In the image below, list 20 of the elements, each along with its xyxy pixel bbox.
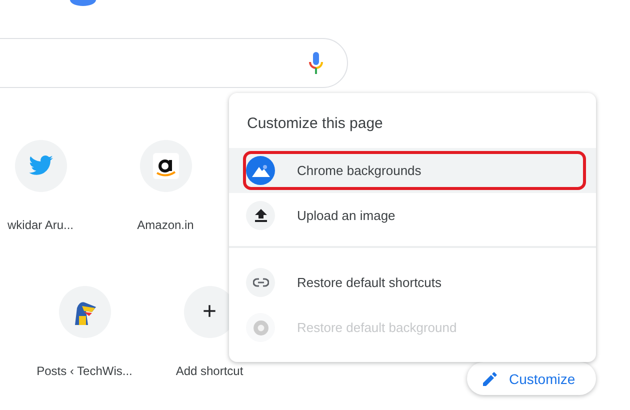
menu-item[interactable]: Upload an image [229,193,596,238]
shortcut-label: Add shortcut [176,364,244,378]
browser-logo-icon [252,320,268,336]
bird-icon [28,155,54,177]
link-icon [252,278,268,287]
menu-title: Customize this page [246,114,384,134]
microphone-icon[interactable] [308,51,324,75]
shortcut-icon[interactable] [58,286,110,338]
shortcut-label: Posts ‹ TechWis... [36,364,132,378]
mountain-icon [252,164,270,178]
shortcut-label: Amazon.in [137,218,194,232]
search-field[interactable] [0,38,348,88]
customize-button[interactable]: Customize [467,362,596,395]
upload-icon [254,209,266,222]
plus-icon: + [202,300,216,324]
shortcut-icon[interactable] [140,140,192,192]
menu-item[interactable]: Chrome backgrounds [229,148,596,193]
pencil-icon [483,372,497,386]
shortcut-label: wkidar Aru... [7,218,74,232]
store-logo-icon [152,153,178,179]
